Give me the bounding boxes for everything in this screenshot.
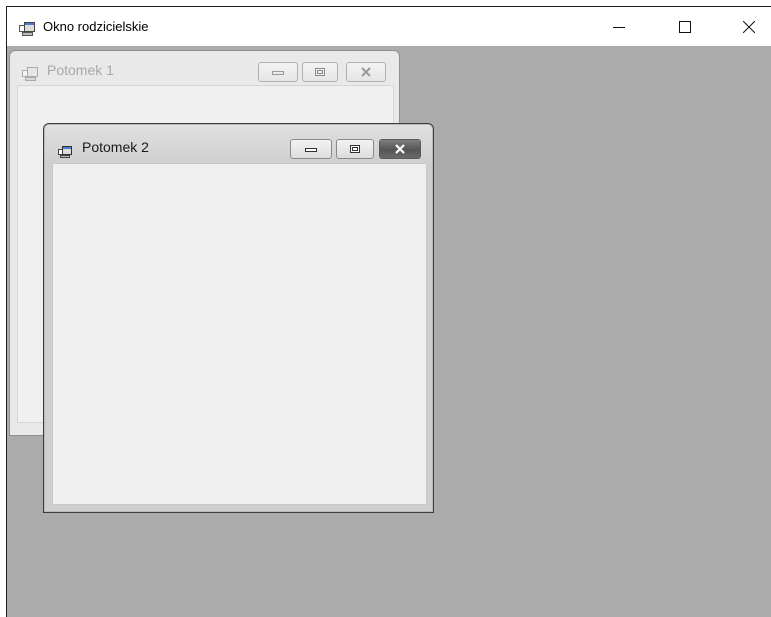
close-button[interactable]	[726, 7, 771, 46]
maximize-icon	[350, 145, 360, 153]
child-window-2[interactable]: Potomek 2	[43, 123, 434, 513]
child-window-2-title: Potomek 2	[82, 139, 149, 155]
close-icon	[395, 144, 405, 154]
close-icon	[743, 20, 755, 33]
minimize-icon	[305, 148, 317, 152]
mdi-client-area[interactable]: Potomek 1 Potomek 2	[7, 46, 771, 617]
child1-close-button[interactable]	[346, 62, 386, 82]
close-icon	[361, 67, 371, 77]
maximize-icon	[679, 20, 691, 33]
parent-window: Okno rodzicielskie Potomek 1 Potomek 2	[6, 6, 771, 617]
child2-close-button[interactable]	[379, 139, 421, 159]
app-window-icon	[19, 21, 35, 36]
child2-minimize-button[interactable]	[290, 139, 332, 159]
minimize-icon	[613, 26, 625, 28]
child1-maximize-button[interactable]	[302, 62, 338, 82]
child1-minimize-button[interactable]	[258, 62, 298, 82]
minimize-button[interactable]	[596, 7, 642, 46]
app-window-icon	[58, 143, 72, 158]
child-window-2-client[interactable]	[52, 163, 427, 505]
parent-titlebar[interactable]: Okno rodzicielskie	[7, 7, 771, 46]
maximize-button[interactable]	[662, 7, 708, 46]
child-window-1-title: Potomek 1	[47, 62, 114, 78]
parent-window-title: Okno rodzicielskie	[43, 19, 149, 34]
maximize-icon	[315, 68, 325, 76]
app-window-icon	[22, 66, 38, 81]
child2-maximize-button[interactable]	[336, 139, 374, 159]
minimize-icon	[272, 71, 284, 75]
